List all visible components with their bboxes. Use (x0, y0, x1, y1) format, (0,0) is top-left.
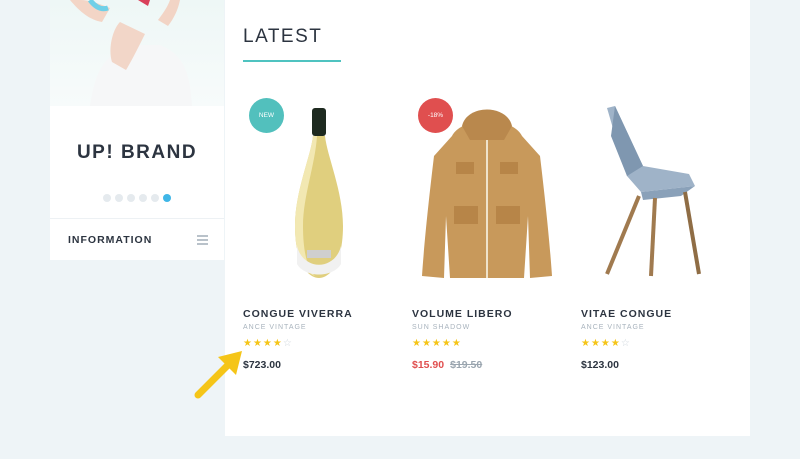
information-menu[interactable]: INFORMATION (50, 218, 224, 261)
product-card[interactable]: VITAE CONGUE ANCE VINTAGE ★★★★☆ $123.00 (581, 96, 731, 396)
product-brand[interactable]: ANCE VINTAGE (243, 324, 307, 331)
brand-title: UP! BRAND (76, 142, 198, 163)
sidebar: UP! BRAND INFORMATION (50, 0, 224, 260)
sale-badge: -18% (418, 98, 453, 133)
star-rating: ★★★★☆ (581, 338, 631, 349)
sale-price: $15.90 (412, 359, 445, 371)
product-name[interactable]: CONGUE VIVERRA (243, 308, 353, 320)
product-brand[interactable]: SUN SHADOW (412, 324, 470, 331)
new-badge: NEW (249, 98, 284, 133)
product-price: $123.00 (581, 359, 619, 371)
star-rating: ★★★★☆ (243, 338, 293, 349)
star-empty-icon: ☆ (282, 338, 293, 349)
star-empty-icon: ☆ (620, 338, 631, 349)
slider-dot-active[interactable] (163, 194, 171, 202)
slider-dot[interactable] (139, 194, 147, 202)
arrow-pointer-icon (190, 345, 250, 405)
old-price: $19.50 (450, 359, 483, 371)
latest-section: LATEST NEW CONGUE VIVERRA ANCE VINTAGE ★… (225, 0, 750, 436)
section-title: LATEST (243, 26, 323, 47)
slider-dot[interactable] (103, 194, 111, 202)
star-filled-icon: ★★★★ (581, 338, 621, 349)
product-card[interactable]: -18% VOLUME LIBERO SUN SHADOW ★★★★★ $15.… (412, 96, 562, 396)
slider-dot[interactable] (151, 194, 159, 202)
product-image-chair[interactable] (581, 96, 731, 286)
slider-dot[interactable] (115, 194, 123, 202)
product-name[interactable]: VITAE CONGUE (581, 308, 672, 320)
star-filled-icon: ★★★★★ (412, 338, 462, 349)
information-label: INFORMATION (68, 234, 153, 246)
slider-pagination (50, 194, 224, 202)
star-rating: ★★★★★ (412, 338, 462, 349)
title-underline (243, 60, 341, 62)
product-price: $15.90 $19.50 (412, 359, 482, 371)
slider-dot[interactable] (127, 194, 135, 202)
product-brand[interactable]: ANCE VINTAGE (581, 324, 645, 331)
hamburger-icon[interactable] (197, 235, 208, 247)
brand-banner-image[interactable] (50, 0, 224, 106)
product-card[interactable]: NEW CONGUE VIVERRA ANCE VINTAGE ★★★★☆ $7… (243, 96, 393, 396)
product-name[interactable]: VOLUME LIBERO (412, 308, 513, 320)
